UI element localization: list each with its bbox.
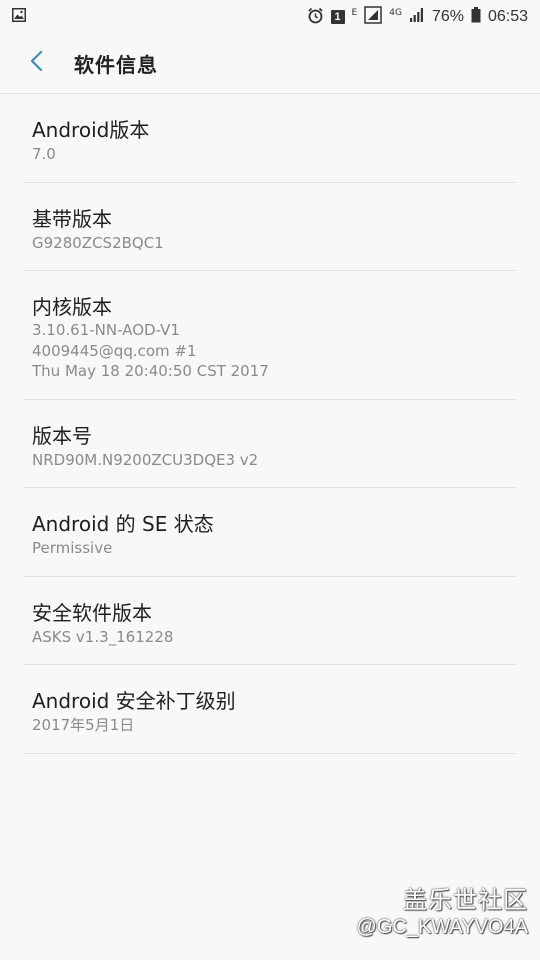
list-item-value: 7.0 xyxy=(32,145,56,163)
network-4g-label: 4G xyxy=(389,7,402,18)
back-arrow-icon xyxy=(29,50,43,76)
battery-icon xyxy=(471,7,481,27)
app-header: 软件信息 xyxy=(0,32,540,94)
list-item-build-number[interactable]: 版本号 NRD90M.N9200ZCU3DQE3 v2 xyxy=(24,400,516,488)
list-item-value: ASKS v1.3_161228 xyxy=(32,628,174,646)
list-item-value: 2017年5月1日 xyxy=(32,716,135,734)
status-icons: 1 E 4G 76% 06:53 xyxy=(307,3,528,31)
list-item-android-version[interactable]: Android版本 7.0 xyxy=(24,94,516,183)
notification-count-badge: 1 xyxy=(330,10,345,24)
watermark-user: @GC_KWAYVO4A xyxy=(356,916,528,938)
list-item-value: G9280ZCS2BQC1 xyxy=(32,234,164,252)
alarm-icon xyxy=(307,7,324,28)
list-item-value: NRD90M.N9200ZCU3DQE3 v2 xyxy=(32,451,259,469)
list-item-title: Android 的 SE 状态 xyxy=(32,512,214,536)
list-item-security-software-version[interactable]: 安全软件版本 ASKS v1.3_161228 xyxy=(24,577,516,665)
list-item-se-status[interactable]: Android 的 SE 状态 Permissive xyxy=(24,488,516,577)
image-notification-icon xyxy=(12,7,26,26)
back-button[interactable] xyxy=(20,47,52,79)
list-item-baseband-version[interactable]: 基带版本 G9280ZCS2BQC1 xyxy=(24,183,516,271)
list-item-kernel-version[interactable]: 内核版本 3.10.61-NN-AOD-V1 4009445@qq.com #1… xyxy=(24,271,516,400)
list-item-value: Permissive xyxy=(32,539,113,557)
page-title: 软件信息 xyxy=(74,53,158,77)
list-item-value: 3.10.61-NN-AOD-V1 4009445@qq.com #1 Thu … xyxy=(32,321,269,380)
list-item-title: Android版本 xyxy=(32,118,150,142)
sim-icon xyxy=(364,6,382,28)
status-bar: 1 E 4G 76% 06:53 xyxy=(0,0,540,32)
battery-percent: 76% xyxy=(431,8,464,25)
list-item-title: Android 安全补丁级别 xyxy=(32,689,236,713)
software-info-list: Android版本 7.0 基带版本 G9280ZCS2BQC1 内核版本 3.… xyxy=(0,94,540,754)
list-item-title: 版本号 xyxy=(32,424,92,448)
clock: 06:53 xyxy=(487,8,528,25)
list-item-title: 基带版本 xyxy=(32,207,112,231)
network-e-label: E xyxy=(351,7,358,18)
list-item-title: 安全软件版本 xyxy=(32,601,152,625)
signal-icon xyxy=(409,7,425,27)
list-item-security-patch-level[interactable]: Android 安全补丁级别 2017年5月1日 xyxy=(24,665,516,754)
watermark-site: 盖乐世社区 xyxy=(403,886,528,914)
list-item-title: 内核版本 xyxy=(32,295,112,319)
